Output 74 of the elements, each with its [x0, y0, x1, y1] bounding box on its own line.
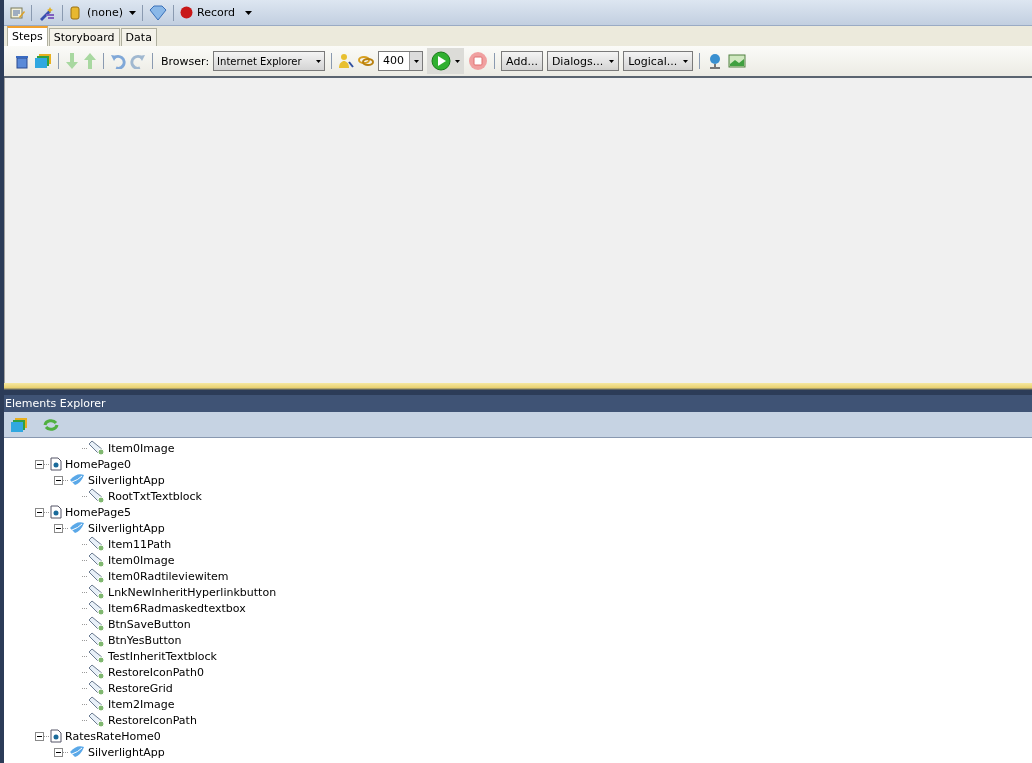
toolbar-button[interactable]: Dialogs... [546, 51, 620, 71]
app-icon [69, 473, 85, 487]
tree-item[interactable]: BtnSaveButton [108, 617, 191, 631]
dropdown-arrow-icon [683, 59, 689, 63]
speed-spinbox[interactable]: 400 [378, 51, 424, 71]
tag-icon [88, 536, 105, 552]
windows-icon[interactable] [34, 53, 52, 69]
tag-icon [88, 648, 105, 664]
tag-icon [88, 600, 105, 616]
browser-dropdown[interactable]: Internet Explorer [213, 51, 326, 71]
dropdown-arrow-icon [413, 59, 419, 63]
tag-icon [88, 584, 105, 600]
tab[interactable]: Steps [7, 26, 48, 46]
tree-item[interactable]: Item0Image [108, 553, 175, 567]
tree-item[interactable]: Item0Radtileviewitem [108, 569, 229, 583]
splitter[interactable] [4, 383, 1032, 395]
tree-item[interactable]: SilverlightApp [88, 473, 165, 487]
tree-item[interactable]: RestoreIconPath0 [108, 665, 204, 679]
tree-item[interactable]: Item2Image [108, 697, 175, 711]
tree-item[interactable]: HomePage5 [65, 505, 132, 519]
expander[interactable] [35, 459, 44, 469]
dropdown-arrow-icon[interactable] [245, 10, 253, 15]
tag-icon [88, 696, 105, 712]
expander[interactable] [54, 523, 63, 533]
tree-item[interactable]: RestoreIconPath [108, 713, 197, 727]
tree-item[interactable]: RestoreGrid [108, 681, 173, 695]
tag-icon [88, 632, 105, 648]
expander[interactable] [35, 731, 44, 741]
project-selector[interactable]: (none) [87, 6, 124, 19]
page-icon [50, 729, 62, 743]
tree-item[interactable]: RatesRateHome0 [65, 729, 161, 743]
chain-icon[interactable] [358, 53, 375, 69]
tag-icon [88, 680, 105, 696]
dropdown-arrow-icon[interactable] [129, 10, 137, 15]
tree-item[interactable]: BtnYesButton [108, 633, 182, 647]
tab[interactable]: Storyboard [48, 28, 120, 46]
browser-label: Browser: [161, 54, 210, 68]
play-icon[interactable] [431, 51, 452, 71]
tag-icon [88, 568, 105, 584]
tree-item[interactable]: RootTxtTextblock [108, 489, 202, 503]
expander[interactable] [54, 475, 63, 485]
tag-icon [88, 488, 105, 504]
person-icon[interactable] [338, 53, 355, 69]
tree-item[interactable]: TestInheritTextblock [108, 649, 217, 663]
diamond-icon[interactable] [149, 4, 168, 21]
expander[interactable] [54, 747, 63, 757]
dropdown-arrow-icon[interactable] [455, 59, 461, 63]
tree-item[interactable]: Item11Path [108, 537, 172, 551]
app-icon [69, 521, 85, 535]
tag-icon [88, 552, 105, 568]
tag-icon [88, 664, 105, 680]
tag-icon [88, 616, 105, 632]
page-icon [50, 457, 62, 471]
dropdown-arrow-icon [316, 59, 322, 63]
page-icon [50, 505, 62, 519]
tree-item[interactable]: Item0Image [108, 441, 175, 455]
panel-title: Elements Explorer [4, 395, 1032, 412]
tree-item[interactable]: SilverlightApp [88, 745, 165, 759]
trash-icon[interactable] [14, 53, 30, 69]
tree-item[interactable]: HomePage0 [65, 457, 132, 471]
app-icon [69, 745, 85, 759]
tree-item[interactable]: LnkNewInheritHyperlinkbutton [108, 585, 277, 599]
tab[interactable]: Data [120, 28, 157, 46]
tree-item[interactable]: SilverlightApp [88, 521, 165, 535]
toolbar-button[interactable]: Add... [501, 51, 543, 71]
tag-icon [88, 712, 105, 728]
stop-icon[interactable] [468, 51, 489, 71]
toolbar-button[interactable]: Logical... [623, 51, 694, 71]
record-button[interactable]: Record [180, 6, 242, 19]
image-icon[interactable] [728, 53, 747, 69]
tree-item[interactable]: Item6Radmaskedtextbox [108, 601, 246, 615]
record-icon [180, 6, 194, 19]
dropdown-arrow-icon [609, 59, 615, 63]
expander[interactable] [35, 507, 44, 517]
